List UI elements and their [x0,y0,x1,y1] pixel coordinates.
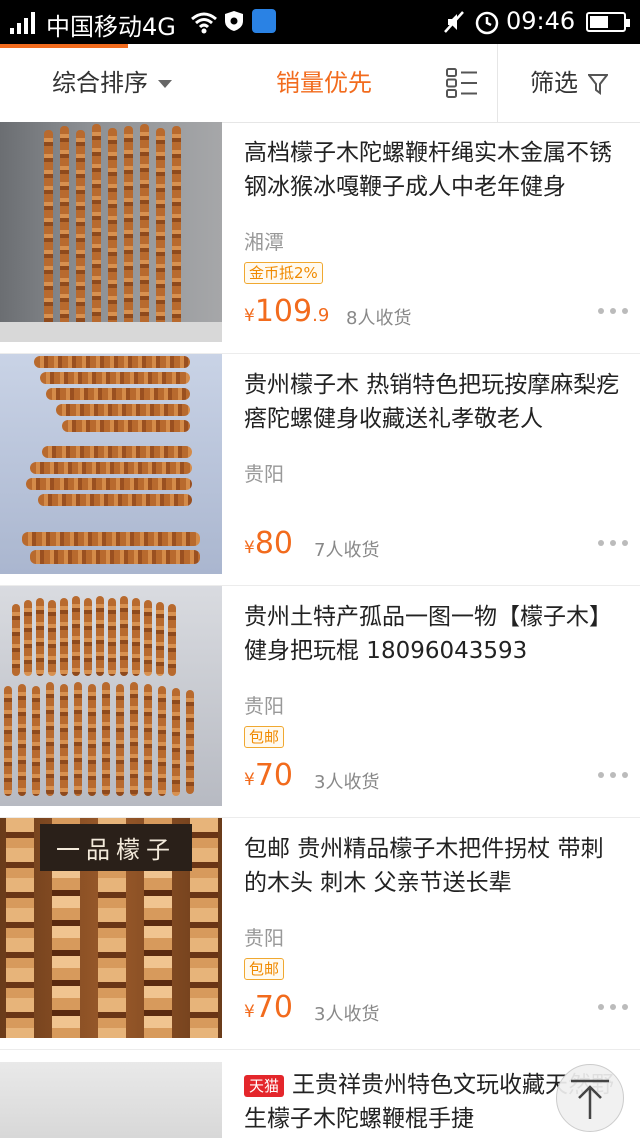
filter-button[interactable]: 筛选 [530,68,609,98]
product-image[interactable] [0,354,222,574]
currency-symbol: ¥ [244,306,255,326]
sold-count: 3人收货 [314,1004,380,1025]
more-options-icon[interactable] [598,540,628,546]
product-location: 贵阳 [244,926,284,950]
price-decimal: .9 [312,305,330,326]
product-image[interactable] [0,1062,222,1138]
list-view-toggle-icon[interactable] [446,68,478,98]
sort-sales-button[interactable]: 销量优先 [276,68,372,98]
app-notification-icon [252,9,276,33]
sort-bar-divider [497,44,498,122]
currency-symbol: ¥ [244,538,255,558]
alarm-clock-icon [475,11,499,35]
coin-discount-tag: 金币抵2% [244,262,323,284]
product-price: ¥70 [244,758,293,793]
product-price: ¥80 [244,526,293,561]
tmall-badge: 天猫 [244,1074,285,1097]
mute-icon [444,11,464,33]
price-integer: 70 [254,990,294,1025]
sold-count: 7人收货 [314,540,380,561]
back-to-top-button[interactable] [556,1064,624,1132]
sort-comprehensive-button[interactable]: 综合排序 [52,68,172,98]
product-title[interactable]: 贵州檬子木 热销特色把玩按摩麻梨疙瘩陀螺健身收藏送礼孝敬老人 [244,368,624,436]
currency-symbol: ¥ [244,770,255,790]
sold-count: 8人收货 [346,308,412,329]
clock-time: 09:46 [506,7,576,35]
sort-comprehensive-label: 综合排序 [52,69,148,97]
wifi-icon [191,12,217,34]
product-price: ¥109.9 [244,294,329,329]
price-integer: 109 [254,294,313,329]
arrow-up-icon [571,1079,609,1119]
product-card[interactable]: 高档檬子木陀螺鞭杆绳实木金属不锈钢冰猴冰嘎鞭子成人中老年健身 湘潭 金币抵2% … [0,122,640,354]
price-integer: 70 [254,758,294,793]
product-title[interactable]: 包邮 贵州精品檬子木把件拐杖 带刺的木头 刺木 父亲节送长辈 [244,832,624,900]
free-shipping-tag: 包邮 [244,726,285,748]
product-location: 贵阳 [244,462,284,486]
product-card[interactable]: 天猫 王贵祥贵州特色文玩收藏天然野生檬子木陀螺鞭棍手捷 [0,1062,640,1138]
image-caption: 一品檬子 [40,824,192,871]
more-options-icon[interactable] [598,772,628,778]
product-card[interactable]: 一品檬子 包邮 贵州精品檬子木把件拐杖 带刺的木头 刺木 父亲节送长辈 贵阳 包… [0,818,640,1050]
sort-sales-label: 销量优先 [276,69,372,97]
product-price: ¥70 [244,990,293,1025]
more-options-icon[interactable] [598,1004,628,1010]
sold-count: 3人收货 [314,772,380,793]
battery-level [590,16,608,28]
filter-label: 筛选 [530,69,578,97]
product-image[interactable]: 一品檬子 [0,818,222,1038]
free-shipping-tag: 包邮 [244,958,285,980]
sort-bar: 综合排序 销量优先 筛选 [0,44,640,123]
funnel-icon [586,74,609,95]
product-image[interactable] [0,122,222,342]
more-options-icon[interactable] [598,308,628,314]
product-title[interactable]: 贵州土特产孤品一图一物【檬子木】健身把玩棍 18096043593 [244,600,624,668]
product-location: 湘潭 [244,230,284,254]
carrier-label: 中国移动4G [46,13,176,41]
shield-icon [225,11,243,31]
product-location: 贵阳 [244,694,284,718]
chevron-down-icon [158,80,172,88]
product-card[interactable]: 贵州檬子木 热销特色把玩按摩麻梨疙瘩陀螺健身收藏送礼孝敬老人 贵阳 ¥80 7人… [0,354,640,586]
currency-symbol: ¥ [244,1002,255,1022]
signal-bars-icon [10,12,38,34]
product-card[interactable]: 贵州土特产孤品一图一物【檬子木】健身把玩棍 18096043593 贵阳 包邮 … [0,586,640,818]
battery-icon [586,12,630,32]
price-integer: 80 [254,526,294,561]
product-image[interactable] [0,586,222,806]
sort-bar-accent [0,44,128,48]
status-bar: 中国移动4G 09:46 [0,0,640,44]
product-title[interactable]: 高档檬子木陀螺鞭杆绳实木金属不锈钢冰猴冰嘎鞭子成人中老年健身 [244,136,624,204]
